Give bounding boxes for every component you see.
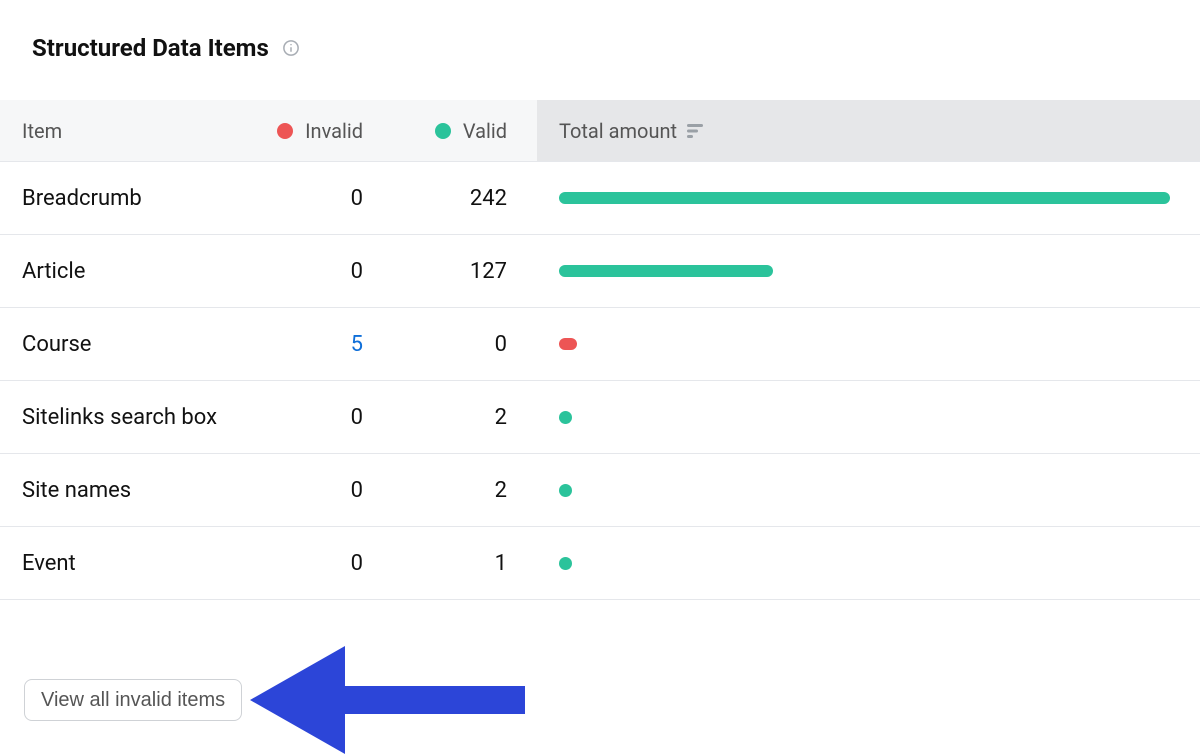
total-amount-bar <box>559 265 773 277</box>
valid-count: 0 <box>373 332 537 357</box>
total-amount-bar-cell <box>537 411 1200 424</box>
item-name: Breadcrumb <box>0 186 260 211</box>
invalid-count: 0 <box>260 478 373 503</box>
invalid-count: 0 <box>260 551 373 576</box>
invalid-count: 0 <box>260 259 373 284</box>
column-header-item-label: Item <box>22 119 62 143</box>
table-row[interactable]: Article0127 <box>0 235 1200 308</box>
invalid-count: 0 <box>260 405 373 430</box>
column-header-invalid[interactable]: Invalid <box>260 100 373 161</box>
total-amount-bar-cell <box>537 484 1200 497</box>
structured-data-table: Item Invalid Valid Total amount <box>0 100 1200 600</box>
table-row[interactable]: Breadcrumb0242 <box>0 162 1200 235</box>
total-amount-bar <box>559 557 572 570</box>
column-header-valid[interactable]: Valid <box>373 100 537 161</box>
valid-count: 2 <box>373 405 537 430</box>
column-header-total[interactable]: Total amount <box>537 100 1200 161</box>
column-header-valid-label: Valid <box>463 119 507 143</box>
valid-count: 242 <box>373 186 537 211</box>
total-amount-bar-cell <box>537 265 1200 277</box>
total-amount-bar <box>559 484 572 497</box>
total-amount-bar <box>559 338 577 350</box>
column-header-invalid-label: Invalid <box>305 119 363 143</box>
column-header-total-label: Total amount <box>559 119 677 143</box>
invalid-dot-icon <box>277 123 293 139</box>
table-header-row: Item Invalid Valid Total amount <box>0 100 1200 162</box>
total-amount-bar <box>559 192 1170 204</box>
valid-count: 1 <box>373 551 537 576</box>
invalid-count[interactable]: 5 <box>260 332 373 357</box>
column-header-item[interactable]: Item <box>0 100 260 161</box>
valid-dot-icon <box>435 123 451 139</box>
view-all-invalid-button[interactable]: View all invalid items <box>24 679 242 721</box>
valid-count: 2 <box>373 478 537 503</box>
sort-desc-icon <box>687 124 705 138</box>
table-row[interactable]: Site names02 <box>0 454 1200 527</box>
item-name: Event <box>0 551 260 576</box>
page-title: Structured Data Items <box>32 34 269 62</box>
item-name: Site names <box>0 478 260 503</box>
total-amount-bar-cell <box>537 192 1200 204</box>
total-amount-bar-cell <box>537 557 1200 570</box>
item-name: Article <box>0 259 260 284</box>
item-name: Course <box>0 332 260 357</box>
info-icon[interactable] <box>281 38 301 58</box>
item-name: Sitelinks search box <box>0 405 260 430</box>
total-amount-bar <box>559 411 572 424</box>
callout-arrow-icon <box>250 646 530 754</box>
table-row[interactable]: Sitelinks search box02 <box>0 381 1200 454</box>
table-row[interactable]: Event01 <box>0 527 1200 600</box>
valid-count: 127 <box>373 259 537 284</box>
table-row[interactable]: Course50 <box>0 308 1200 381</box>
invalid-count: 0 <box>260 186 373 211</box>
total-amount-bar-cell <box>537 338 1200 350</box>
